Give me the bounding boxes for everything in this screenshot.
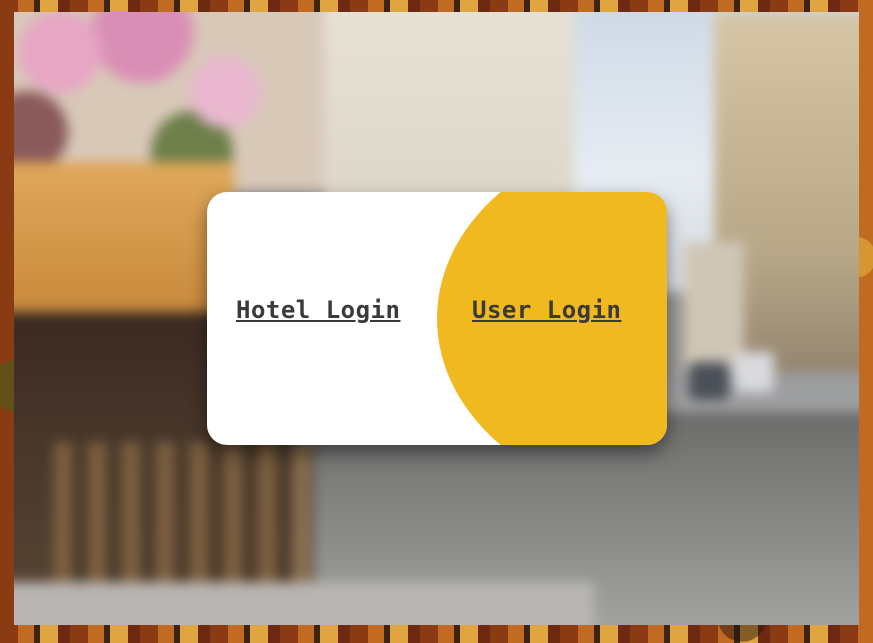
hotel-login-link[interactable]: Hotel Login [236,296,400,324]
login-choice-card: Hotel Login User Login [207,192,667,445]
user-login-link[interactable]: User Login [472,296,622,324]
